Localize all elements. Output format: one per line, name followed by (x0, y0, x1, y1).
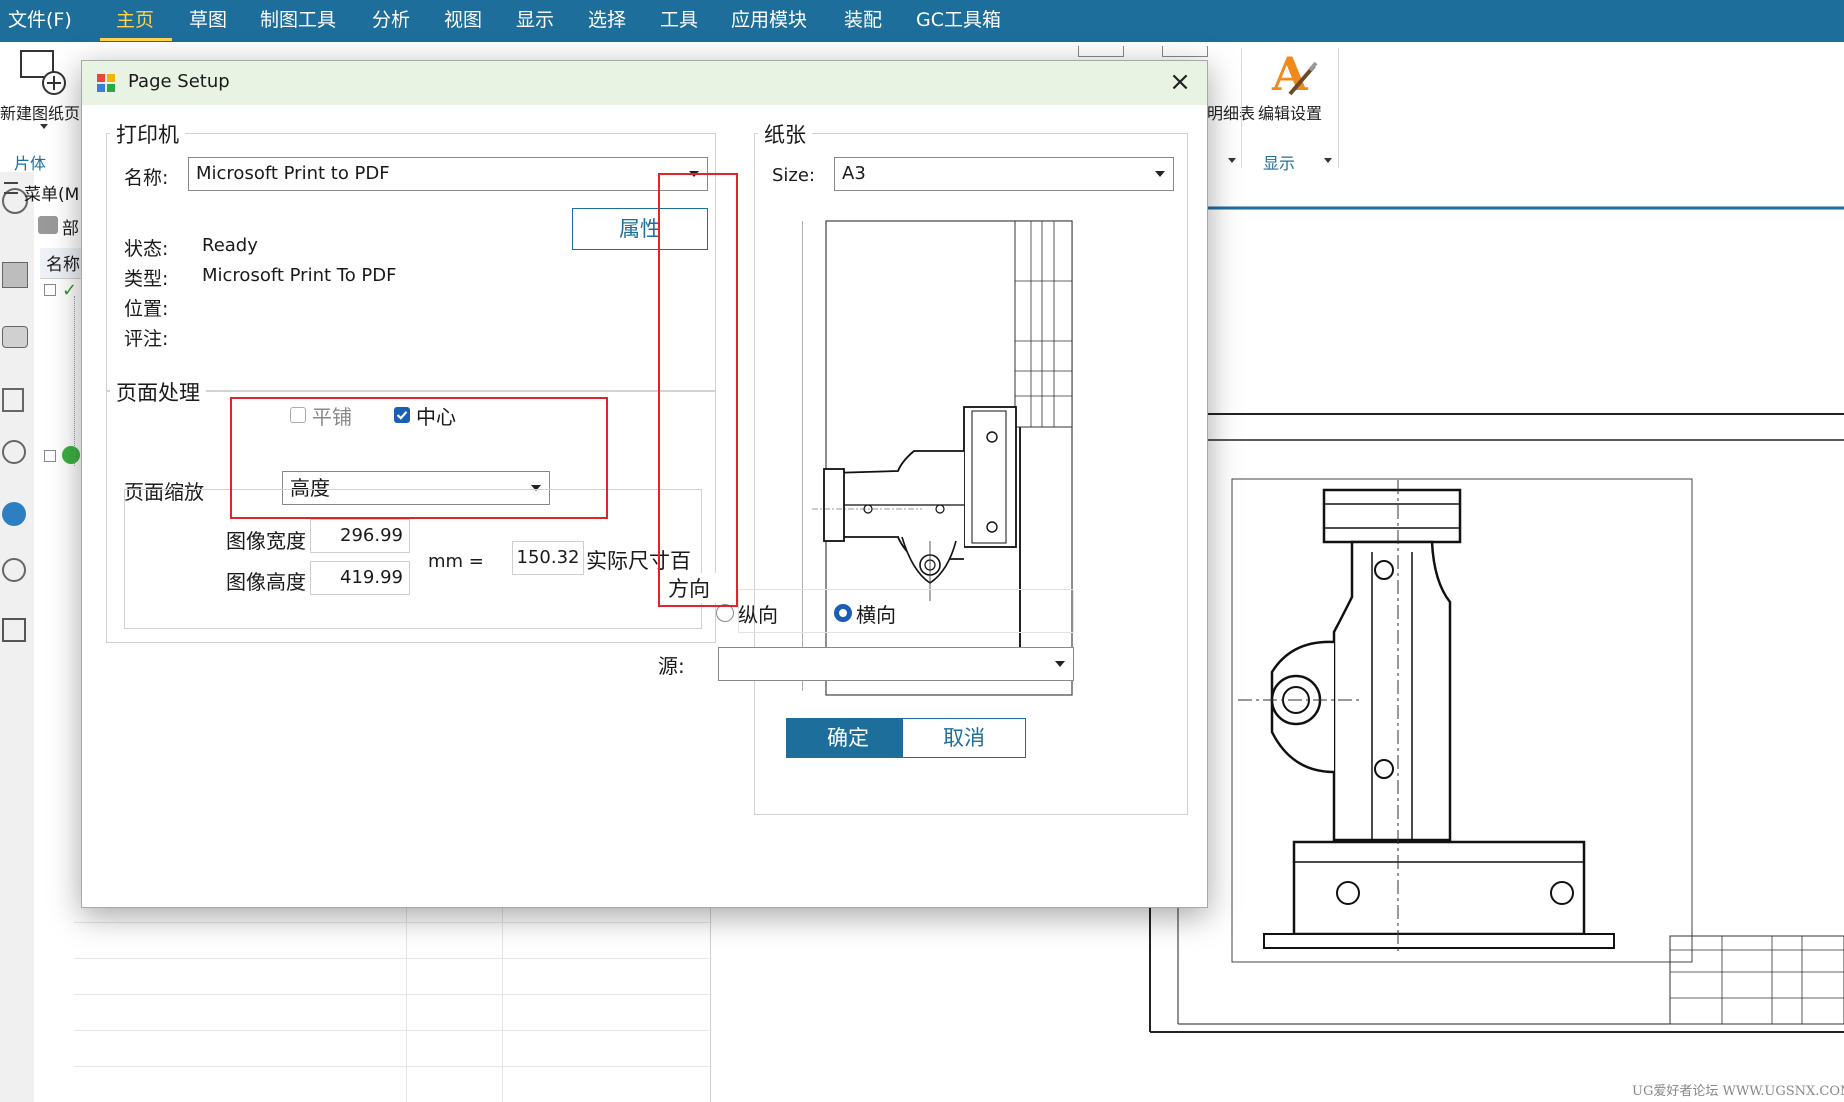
name-column-header[interactable]: 名称 (46, 250, 80, 275)
group-expand-icon[interactable] (1324, 158, 1332, 163)
chevron-down-icon (1155, 171, 1165, 177)
status-indicator-icon (62, 446, 80, 464)
paper-group-title: 纸张 (758, 119, 812, 149)
printer-name-value: Microsoft Print to PDF (196, 163, 390, 184)
ribbon-group-display-label: 显示 (1263, 154, 1296, 173)
comment-label: 评注: (124, 328, 169, 350)
group-expand-icon[interactable] (1228, 158, 1236, 163)
tools-icon[interactable] (2, 618, 26, 642)
grid-row (74, 958, 734, 959)
center-label: 中心 (416, 405, 456, 429)
type-value: Microsoft Print To PDF (202, 265, 397, 286)
assembly-navigator-icon[interactable] (2, 326, 28, 348)
location-label: 位置: (124, 298, 169, 320)
svg-text:A: A (1271, 47, 1309, 98)
printer-name-select[interactable]: Microsoft Print to PDF (188, 157, 708, 191)
tile-label: 平铺 (312, 405, 352, 429)
orientation-frame (738, 589, 1074, 633)
active-menu-indicator (100, 38, 172, 41)
new-sheet-icon[interactable] (18, 48, 66, 95)
tree-line (74, 296, 76, 466)
portrait-label: 纵向 (738, 603, 778, 627)
menu-drafting-tools[interactable]: 制图工具 (260, 0, 336, 42)
actual-scale-field[interactable]: 150.32 (512, 541, 584, 575)
history-icon[interactable] (2, 440, 26, 464)
status-value: Ready (202, 235, 258, 256)
paper-size-value: A3 (842, 163, 866, 184)
watermark-text: UG爱好者论坛 WWW.UGSNX.COM (1632, 1084, 1844, 1099)
status-label: 状态: (124, 238, 169, 260)
chevron-down-icon (1055, 661, 1065, 667)
part-label: 部 (62, 219, 79, 239)
menu-icon[interactable] (4, 182, 18, 194)
ribbon-separator (1241, 48, 1242, 168)
edit-settings-icon[interactable]: A (1268, 46, 1318, 101)
menu-button[interactable]: 菜单(M (24, 180, 79, 205)
part-icon (38, 216, 58, 234)
menu-select[interactable]: 选择 (588, 0, 626, 42)
menu-tools[interactable]: 工具 (660, 0, 698, 42)
mm-label: mm = (428, 551, 484, 572)
ribbon-separator (1338, 48, 1339, 168)
resource-bar (0, 172, 35, 1102)
menu-home[interactable]: 主页 (116, 0, 154, 42)
page-setup-dialog: Page Setup × 打印机 名称: Microsoft Print to … (81, 60, 1208, 908)
dialog-title-bar[interactable]: Page Setup × (82, 61, 1207, 105)
menu-analysis[interactable]: 分析 (372, 0, 410, 42)
collapse-icon[interactable] (44, 284, 56, 296)
type-label: 类型: (124, 268, 169, 290)
ribbon-group-left-label: 片体 (14, 154, 47, 173)
actual-size-label: 实际尺寸百 (586, 549, 691, 573)
landscape-label: 横向 (856, 603, 896, 627)
clock-icon[interactable] (2, 558, 26, 582)
table-icon[interactable] (1162, 46, 1208, 57)
new-sheet-button[interactable]: 新建图纸页 (0, 100, 80, 124)
source-label: 源: (658, 654, 685, 678)
image-width-label: 图像宽度 (226, 529, 306, 553)
menu-gc-toolbox[interactable]: GC工具箱 (916, 0, 1001, 42)
tile-checkbox[interactable] (290, 407, 306, 423)
new-sheet-dropdown-icon[interactable] (40, 124, 48, 129)
page-handling-group-title: 页面处理 (110, 377, 206, 407)
grid-row (74, 1066, 734, 1067)
chevron-down-icon (689, 171, 699, 177)
center-checkbox[interactable] (394, 407, 410, 423)
grid-row (74, 922, 734, 923)
globe-icon[interactable] (2, 502, 26, 526)
printer-group-title: 打印机 (110, 119, 185, 149)
image-width-field[interactable]: 296.99 (310, 519, 410, 553)
landscape-radio[interactable] (834, 604, 852, 622)
orientation-title: 方向 (662, 573, 716, 603)
grid-row (74, 1030, 734, 1031)
printer-name-label: 名称: (124, 167, 169, 189)
properties-button[interactable]: 属性 (572, 208, 708, 250)
table-icon[interactable] (1078, 46, 1124, 57)
collapse-icon[interactable] (44, 450, 56, 462)
image-height-label: 图像高度 (226, 570, 306, 594)
parts-list-button[interactable]: 明细表 (1207, 100, 1255, 124)
paper-source-select[interactable] (718, 647, 1074, 681)
menu-sketch[interactable]: 草图 (189, 0, 227, 42)
close-icon[interactable]: × (1162, 67, 1198, 99)
menu-bar: 文件(F) 主页 草图 制图工具 分析 视图 显示 选择 工具 应用模块 装配 … (0, 0, 1844, 42)
menu-view[interactable]: 视图 (444, 0, 482, 42)
image-height-field[interactable]: 419.99 (310, 561, 410, 595)
grid-row (74, 994, 734, 995)
dialog-title: Page Setup (128, 71, 230, 92)
ok-button[interactable]: 确定 (786, 718, 910, 758)
part-navigator-icon[interactable] (2, 262, 28, 288)
menu-assembly[interactable]: 装配 (844, 0, 882, 42)
constraint-navigator-icon[interactable] (2, 388, 24, 412)
checkmark-icon (396, 411, 408, 420)
portrait-radio[interactable] (716, 604, 734, 622)
menu-display[interactable]: 显示 (516, 0, 554, 42)
menu-applications[interactable]: 应用模块 (731, 0, 807, 42)
edit-settings-button[interactable]: 编辑设置 (1258, 100, 1322, 124)
menu-file[interactable]: 文件(F) (8, 0, 72, 42)
printer-app-icon (96, 73, 116, 93)
size-label: Size: (772, 165, 816, 186)
cancel-button[interactable]: 取消 (902, 718, 1026, 758)
paper-size-select[interactable]: A3 (834, 157, 1174, 191)
